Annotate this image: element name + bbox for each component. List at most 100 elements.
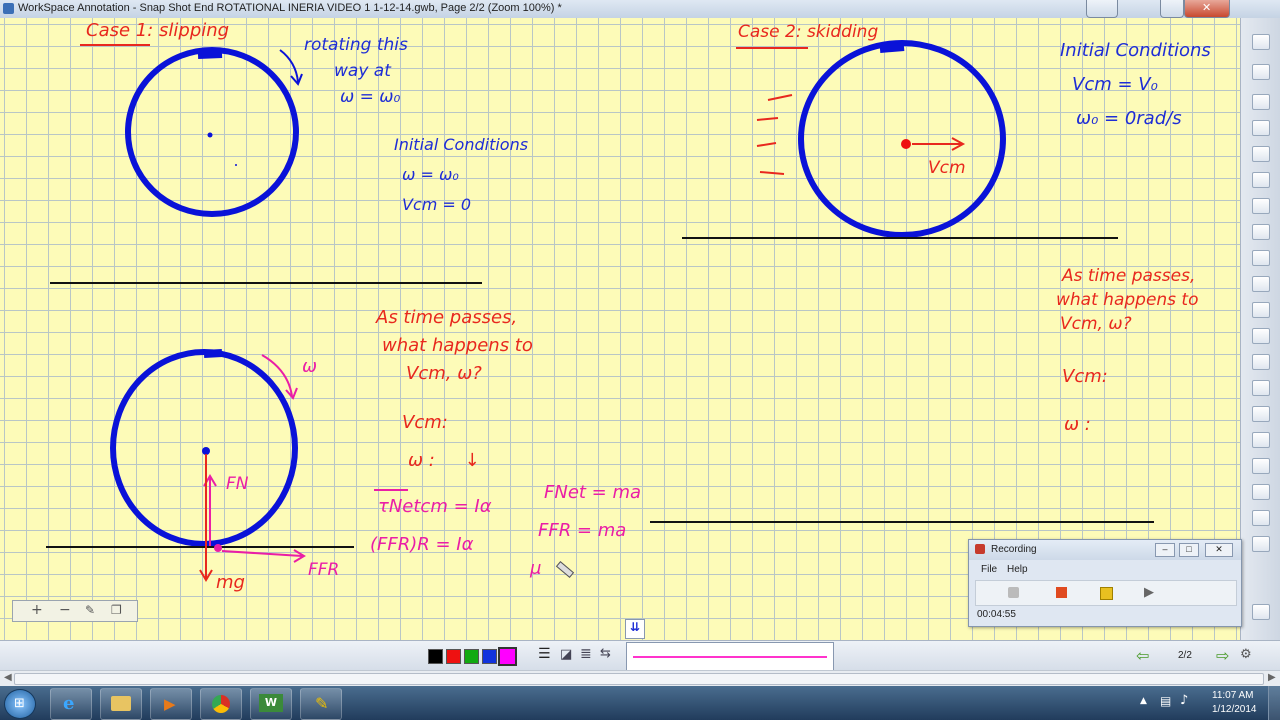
- fbd-omega-label: ω: [302, 356, 318, 377]
- tool-icon-15[interactable]: [1252, 406, 1270, 422]
- case1-question-line3: Vcm, ω?: [406, 363, 482, 384]
- tool-icon-17[interactable]: [1252, 458, 1270, 474]
- taskbar-workspace[interactable]: W: [250, 688, 292, 720]
- tool-icon-11[interactable]: [1252, 302, 1270, 318]
- recorder-controls: ▶: [975, 580, 1237, 606]
- right-toolbar: [1240, 18, 1280, 643]
- case2-omega-label: ω :: [1064, 414, 1091, 435]
- tray-up-arrow-icon[interactable]: ▲: [1140, 696, 1147, 706]
- case1-omega-label: ω : ↓: [408, 450, 480, 471]
- tool-icon-8[interactable]: [1252, 224, 1270, 240]
- page-indicator: 2/2: [1178, 650, 1192, 661]
- network-icon[interactable]: ▤: [1160, 694, 1171, 708]
- media-player-icon: ▶: [164, 695, 176, 713]
- show-desktop-button[interactable]: [1268, 686, 1280, 720]
- taskbar-chrome[interactable]: [200, 688, 242, 720]
- tool-icon-3[interactable]: [1252, 94, 1270, 110]
- clock-time[interactable]: 11:07 AM: [1212, 690, 1254, 701]
- tool-icon-21[interactable]: [1252, 604, 1270, 620]
- color-black[interactable]: [428, 649, 443, 664]
- color-blue[interactable]: [482, 649, 497, 664]
- app-icon: [3, 3, 14, 14]
- tool-icon-13[interactable]: [1252, 354, 1270, 370]
- tool-icon-7[interactable]: [1252, 198, 1270, 214]
- scroll-left-icon[interactable]: ◀: [4, 672, 12, 683]
- wheel-case2: [798, 40, 1006, 238]
- case2-question-line2: what happens to: [1056, 290, 1199, 310]
- tool-icon-19[interactable]: [1252, 510, 1270, 526]
- case1-omega-text: ω :: [408, 450, 435, 471]
- settings-icon[interactable]: ⚙: [1240, 647, 1252, 662]
- recorder-close-button[interactable]: ✕: [1205, 543, 1233, 557]
- tool-icon-16[interactable]: [1252, 432, 1270, 448]
- line-style-icon[interactable]: ≣: [580, 646, 592, 662]
- taskbar-ie[interactable]: e: [50, 688, 92, 720]
- recorder-menubar: File Help: [969, 564, 1241, 578]
- recorder-maximize-button[interactable]: □: [1179, 543, 1199, 557]
- tool-icon-10[interactable]: [1252, 276, 1270, 292]
- minimize-button[interactable]: [1086, 0, 1118, 18]
- case2-ic-title: Initial Conditions: [1060, 40, 1211, 61]
- edit-page-icon[interactable]: ✎: [85, 603, 95, 617]
- tool-icon-9[interactable]: [1252, 250, 1270, 266]
- pen-preview[interactable]: [626, 642, 834, 672]
- wheel-case1-top: [125, 47, 299, 217]
- scroll-right-icon[interactable]: ▶: [1268, 672, 1276, 683]
- tool-icon-4[interactable]: [1252, 120, 1270, 136]
- record-button[interactable]: [1008, 587, 1019, 598]
- start-button[interactable]: ⊞: [4, 689, 36, 719]
- remove-page-icon[interactable]: −: [59, 602, 71, 618]
- line-width-icon[interactable]: ☰: [538, 646, 551, 662]
- case1-heading: Case 1: slipping: [86, 20, 230, 41]
- case1-ic-line2: Vcm = 0: [402, 195, 472, 214]
- tool-icon-18[interactable]: [1252, 484, 1270, 500]
- volume-icon[interactable]: ♪: [1180, 693, 1188, 708]
- case1-question-line2: what happens to: [382, 335, 533, 356]
- case2-vcm-label: Vcm:: [1062, 366, 1108, 387]
- rotating-line-2: way at: [334, 61, 391, 81]
- pause-button[interactable]: [1100, 587, 1113, 600]
- close-button[interactable]: ✕: [1184, 0, 1230, 18]
- color-red[interactable]: [446, 649, 461, 664]
- internet-explorer-icon: e: [63, 693, 75, 714]
- tool-icon-12[interactable]: [1252, 328, 1270, 344]
- case2-ic-line1: Vcm = V₀: [1072, 74, 1158, 95]
- copy-page-icon[interactable]: ❐: [111, 603, 122, 617]
- scroll-thumb[interactable]: [14, 673, 1264, 685]
- case1-ic-line1: ω = ω₀: [402, 165, 459, 184]
- taskbar-app6[interactable]: ✎: [300, 688, 342, 720]
- stop-button[interactable]: [1056, 587, 1067, 598]
- taskbar-explorer[interactable]: [100, 688, 142, 720]
- recorder-menu-file[interactable]: File: [981, 564, 997, 575]
- windows-logo-icon: ⊞: [14, 696, 25, 711]
- taskbar-media[interactable]: ▶: [150, 688, 192, 720]
- recorder-minimize-button[interactable]: –: [1155, 543, 1175, 557]
- eraser-icon[interactable]: ◪: [560, 647, 572, 662]
- horizontal-scrollbar[interactable]: ◀ ▶: [0, 670, 1280, 687]
- color-magenta[interactable]: [498, 647, 517, 666]
- clock-date[interactable]: 1/12/2014: [1212, 704, 1257, 715]
- tool-icon-1[interactable]: [1252, 34, 1270, 50]
- tool-icon-5[interactable]: [1252, 146, 1270, 162]
- tool-icon-6[interactable]: [1252, 172, 1270, 188]
- next-page-icon[interactable]: ⇨: [1216, 646, 1229, 665]
- previous-page-icon[interactable]: ⇦: [1136, 646, 1149, 665]
- case2-question: As time passes, what happens to Vcm, ω?: [1056, 264, 1199, 336]
- pen-tool-icon: ✎: [315, 694, 329, 713]
- close-icon: ✕: [1202, 2, 1212, 14]
- arrange-icon[interactable]: ⇆: [600, 646, 611, 661]
- tool-icon-14[interactable]: [1252, 380, 1270, 396]
- tool-icon-2[interactable]: [1252, 64, 1270, 80]
- case2-question-line1: As time passes,: [1062, 266, 1196, 286]
- add-page-icon[interactable]: +: [31, 602, 43, 618]
- recorder-menu-help[interactable]: Help: [1007, 564, 1028, 575]
- tool-icon-20[interactable]: [1252, 536, 1270, 552]
- case1-vcm-label: Vcm:: [402, 412, 448, 433]
- collapse-toolbar-icon[interactable]: ⇊: [625, 619, 645, 639]
- maximize-button[interactable]: [1160, 0, 1184, 18]
- case2-heading: Case 2: skidding: [738, 22, 879, 42]
- case2-initial-conditions: Initial Conditions Vcm = V₀ ω₀ = 0rad/s: [1060, 34, 1211, 136]
- play-icon[interactable]: ▶: [1144, 584, 1154, 600]
- workspace-app-icon: W: [259, 694, 283, 712]
- color-green[interactable]: [464, 649, 479, 664]
